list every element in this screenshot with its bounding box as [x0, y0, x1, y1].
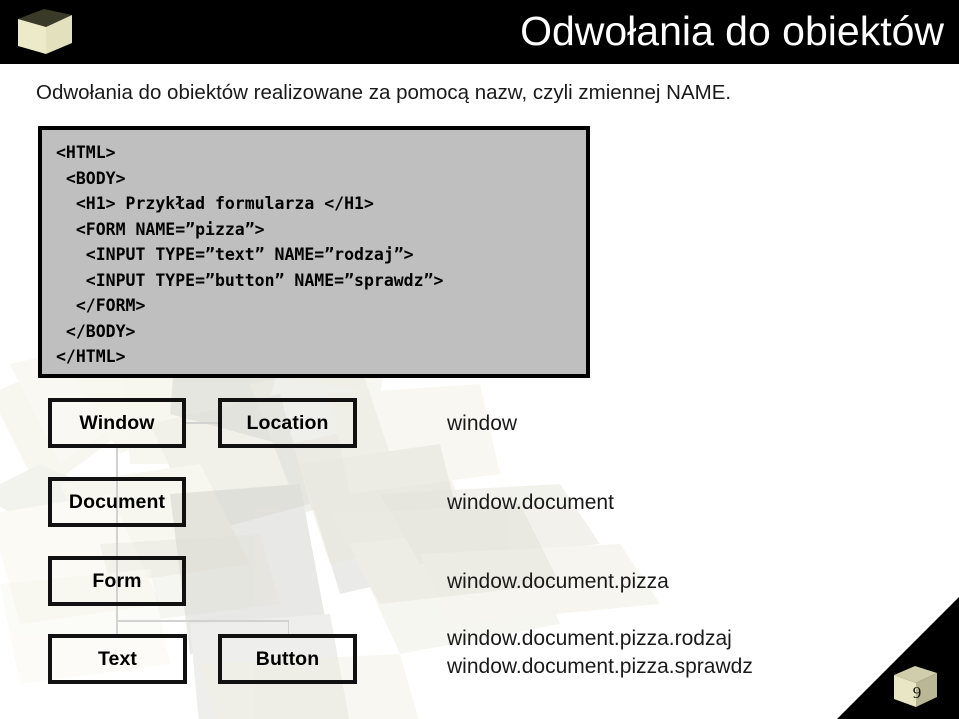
slide-subtitle: Odwołania do obiektów realizowane za pom… [36, 81, 732, 104]
path-label-document: window.document [447, 491, 614, 514]
node-form-label: Form [92, 569, 142, 592]
node-button-label: Button [255, 647, 320, 670]
path-label-form: window.document.pizza [447, 570, 669, 593]
node-window-label: Window [79, 411, 155, 434]
path-label-text: window.document.pizza.rodzaj [447, 627, 732, 650]
node-text: Text [48, 634, 187, 684]
connector-button-drop [287, 620, 289, 634]
node-form: Form [48, 556, 186, 606]
path-label-button: window.document.pizza.sprawdz [447, 655, 753, 678]
connector-form-to-button [116, 620, 289, 622]
path-label-window: window [447, 412, 518, 435]
node-location: Location [218, 398, 357, 448]
code-block: <HTML> <BODY> <H1> Przykład formularza <… [38, 126, 590, 378]
connector-vertical-trunk [116, 448, 118, 634]
page-title: Odwołania do obiektów [520, 8, 944, 54]
node-document-label: Document [68, 490, 166, 513]
slide: Odwołania do obiektów Odwołania do obiek… [0, 0, 959, 719]
code-content: <HTML> <BODY> <H1> Przykład formularza <… [56, 143, 444, 366]
page-number: 9 [912, 683, 922, 702]
node-document: Document [48, 477, 186, 527]
node-window: Window [48, 398, 186, 448]
connector-window-to-location [186, 422, 219, 424]
node-location-label: Location [246, 411, 329, 434]
node-text-label: Text [97, 647, 138, 670]
node-button: Button [218, 634, 357, 684]
header-bar: Odwołania do obiektów [0, 0, 959, 64]
